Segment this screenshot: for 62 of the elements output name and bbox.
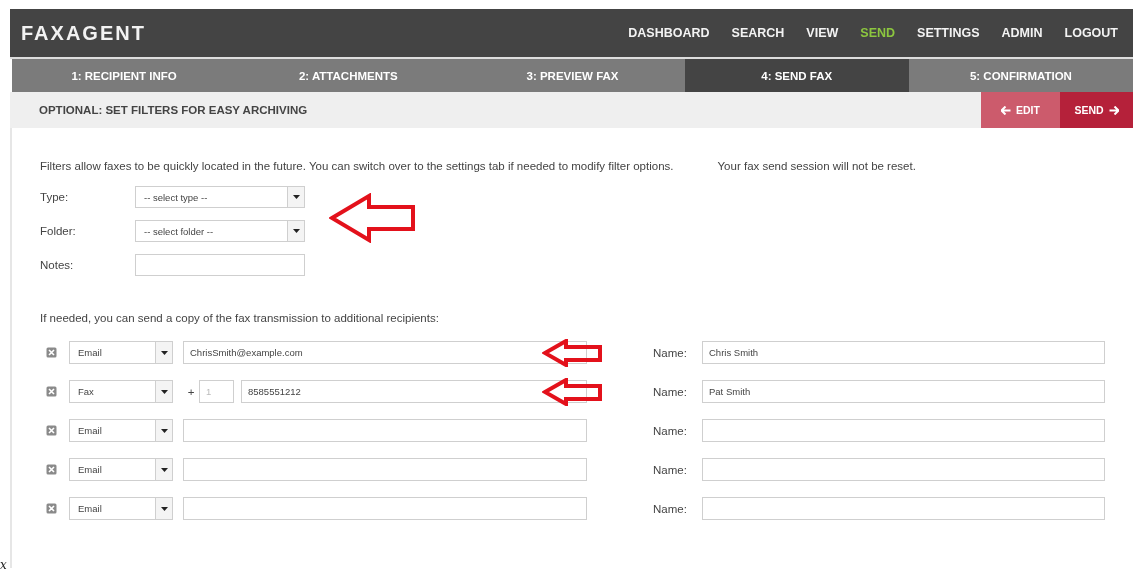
nav-link[interactable]: DASHBOARD — [617, 26, 721, 40]
left-arrow-icon — [1001, 105, 1012, 115]
email-field[interactable] — [183, 419, 587, 442]
name-field[interactable]: Chris Smith — [702, 341, 1105, 364]
stray-mark: x — [0, 559, 7, 571]
remove-icon[interactable] — [46, 503, 57, 514]
send-button[interactable]: SEND — [1060, 92, 1133, 128]
method-dropdown[interactable]: Fax — [69, 380, 173, 403]
step-tab[interactable]: 3: PREVIEW FAX — [460, 59, 685, 92]
name-label: Name: — [653, 502, 688, 515]
caret-icon — [292, 195, 300, 199]
name-label: Name: — [653, 424, 688, 437]
name-field[interactable] — [702, 497, 1105, 520]
field-label: Folder: — [40, 225, 77, 237]
name-field[interactable] — [702, 458, 1105, 481]
step-tab[interactable]: 2: ATTACHMENTS — [236, 59, 461, 92]
method-dropdown[interactable]: Email — [69, 341, 173, 364]
remove-icon[interactable] — [46, 425, 57, 436]
intro-text: Filters allow faxes to be quickly located in the future. You can switch over to the settings tab if needed to modify filter options. — [40, 160, 674, 172]
notes-field[interactable] — [135, 254, 305, 276]
email-field[interactable] — [183, 497, 587, 520]
caret-icon — [160, 467, 168, 472]
dropdown[interactable]: -- select folder -- — [135, 220, 305, 242]
caret-icon — [160, 350, 168, 355]
nav-link[interactable]: LOGOUT — [1053, 26, 1129, 40]
country-code-field[interactable]: 1 — [199, 380, 234, 403]
email-field[interactable] — [183, 458, 587, 481]
name-label: Name: — [653, 346, 688, 359]
name-label: Name: — [653, 463, 688, 476]
field-label: Type: — [40, 191, 70, 203]
nav-link[interactable]: VIEW — [795, 26, 850, 40]
nav-link[interactable]: ADMIN — [990, 26, 1054, 40]
step-tab[interactable]: 1: RECIPIENT INFO — [12, 59, 237, 92]
caret-icon — [160, 428, 168, 433]
name-field[interactable] — [702, 419, 1105, 442]
logo: FAXAGENT — [21, 21, 146, 45]
remove-icon[interactable] — [46, 347, 57, 358]
method-dropdown[interactable]: Email — [69, 458, 173, 481]
fax-number-field[interactable]: 8585551212 — [241, 380, 587, 403]
remove-icon[interactable] — [46, 386, 57, 397]
nav-link[interactable]: SEARCH — [720, 26, 796, 40]
session-note: Your fax send session will not be reset. — [717, 160, 916, 172]
right-arrow-icon — [1108, 105, 1119, 115]
step-tab[interactable]: 4: SEND FAX — [684, 59, 909, 92]
method-dropdown[interactable]: Email — [69, 497, 173, 520]
section-title: OPTIONAL: SET FILTERS FOR EASY ARCHIVING — [39, 104, 308, 116]
copy-instructions: If needed, you can send a copy of the fax transmission to additional recipients: — [40, 312, 440, 324]
dropdown[interactable]: -- select type -- — [135, 186, 305, 208]
caret-icon — [160, 389, 168, 394]
email-field[interactable]: ChrisSmith@example.com — [183, 341, 587, 364]
edit-button[interactable]: EDIT — [981, 92, 1060, 128]
name-field[interactable]: Pat Smith — [702, 380, 1105, 403]
name-label: Name: — [653, 385, 688, 398]
caret-icon — [292, 229, 300, 233]
step-tab[interactable]: 5: CONFIRMATION — [908, 59, 1133, 92]
field-label: Notes: — [40, 259, 75, 271]
remove-icon[interactable] — [46, 464, 57, 475]
nav-link[interactable]: SETTINGS — [906, 26, 991, 40]
nav-link[interactable]: SEND — [849, 26, 907, 40]
caret-icon — [160, 506, 168, 511]
method-dropdown[interactable]: Email — [69, 419, 173, 442]
plus-sign: + — [186, 385, 196, 398]
